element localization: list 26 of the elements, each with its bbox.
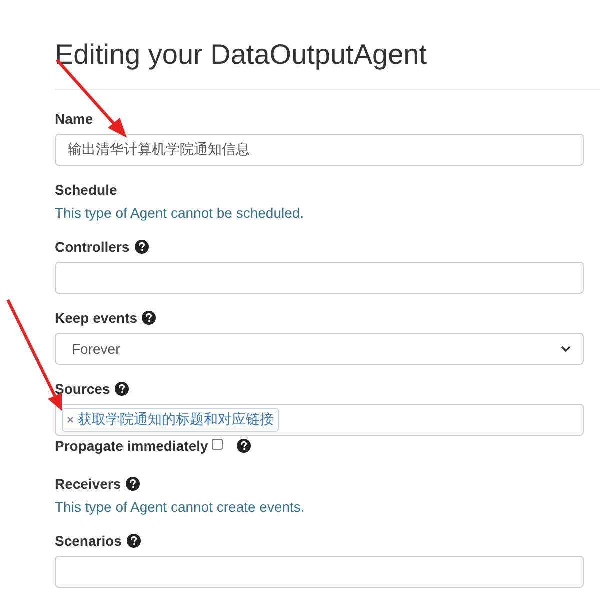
help-icon[interactable]: [126, 477, 140, 491]
tag-field[interactable]: × 获取学院通知的标题和对应链接: [55, 404, 584, 436]
field-label: Keep events: [55, 310, 138, 326]
field-label: Receivers: [55, 476, 122, 492]
field-label: Name: [55, 111, 94, 127]
checkbox[interactable]: [212, 438, 224, 450]
text-field[interactable]: [55, 262, 584, 294]
info-text: This type of Agent cannot create events.: [55, 498, 306, 517]
remove-tag-button[interactable]: ×: [67, 413, 74, 427]
help-icon[interactable]: [115, 382, 130, 396]
select-field[interactable]: Forever: [55, 333, 584, 365]
text-field[interactable]: [55, 556, 584, 588]
help-icon[interactable]: [134, 240, 149, 254]
checkbox-label: Propagate immediately: [55, 438, 208, 454]
source-tag[interactable]: × 获取学院通知的标题和对应链接: [62, 408, 280, 432]
field-label: Sources: [55, 381, 110, 397]
info-text: This type of Agent cannot be scheduled.: [55, 204, 306, 223]
field-label: Controllers: [55, 239, 130, 255]
page-title: Editing your DataOutputAgent: [55, 30, 600, 90]
help-icon[interactable]: [237, 439, 252, 453]
help-icon[interactable]: [126, 534, 141, 548]
field-label: Scenarios: [55, 533, 122, 549]
text-field[interactable]: 输出清华计算机学院通知信息: [55, 134, 584, 166]
chevron-icon: [561, 346, 571, 352]
field-label: Schedule: [55, 182, 118, 198]
help-icon[interactable]: [142, 311, 156, 325]
